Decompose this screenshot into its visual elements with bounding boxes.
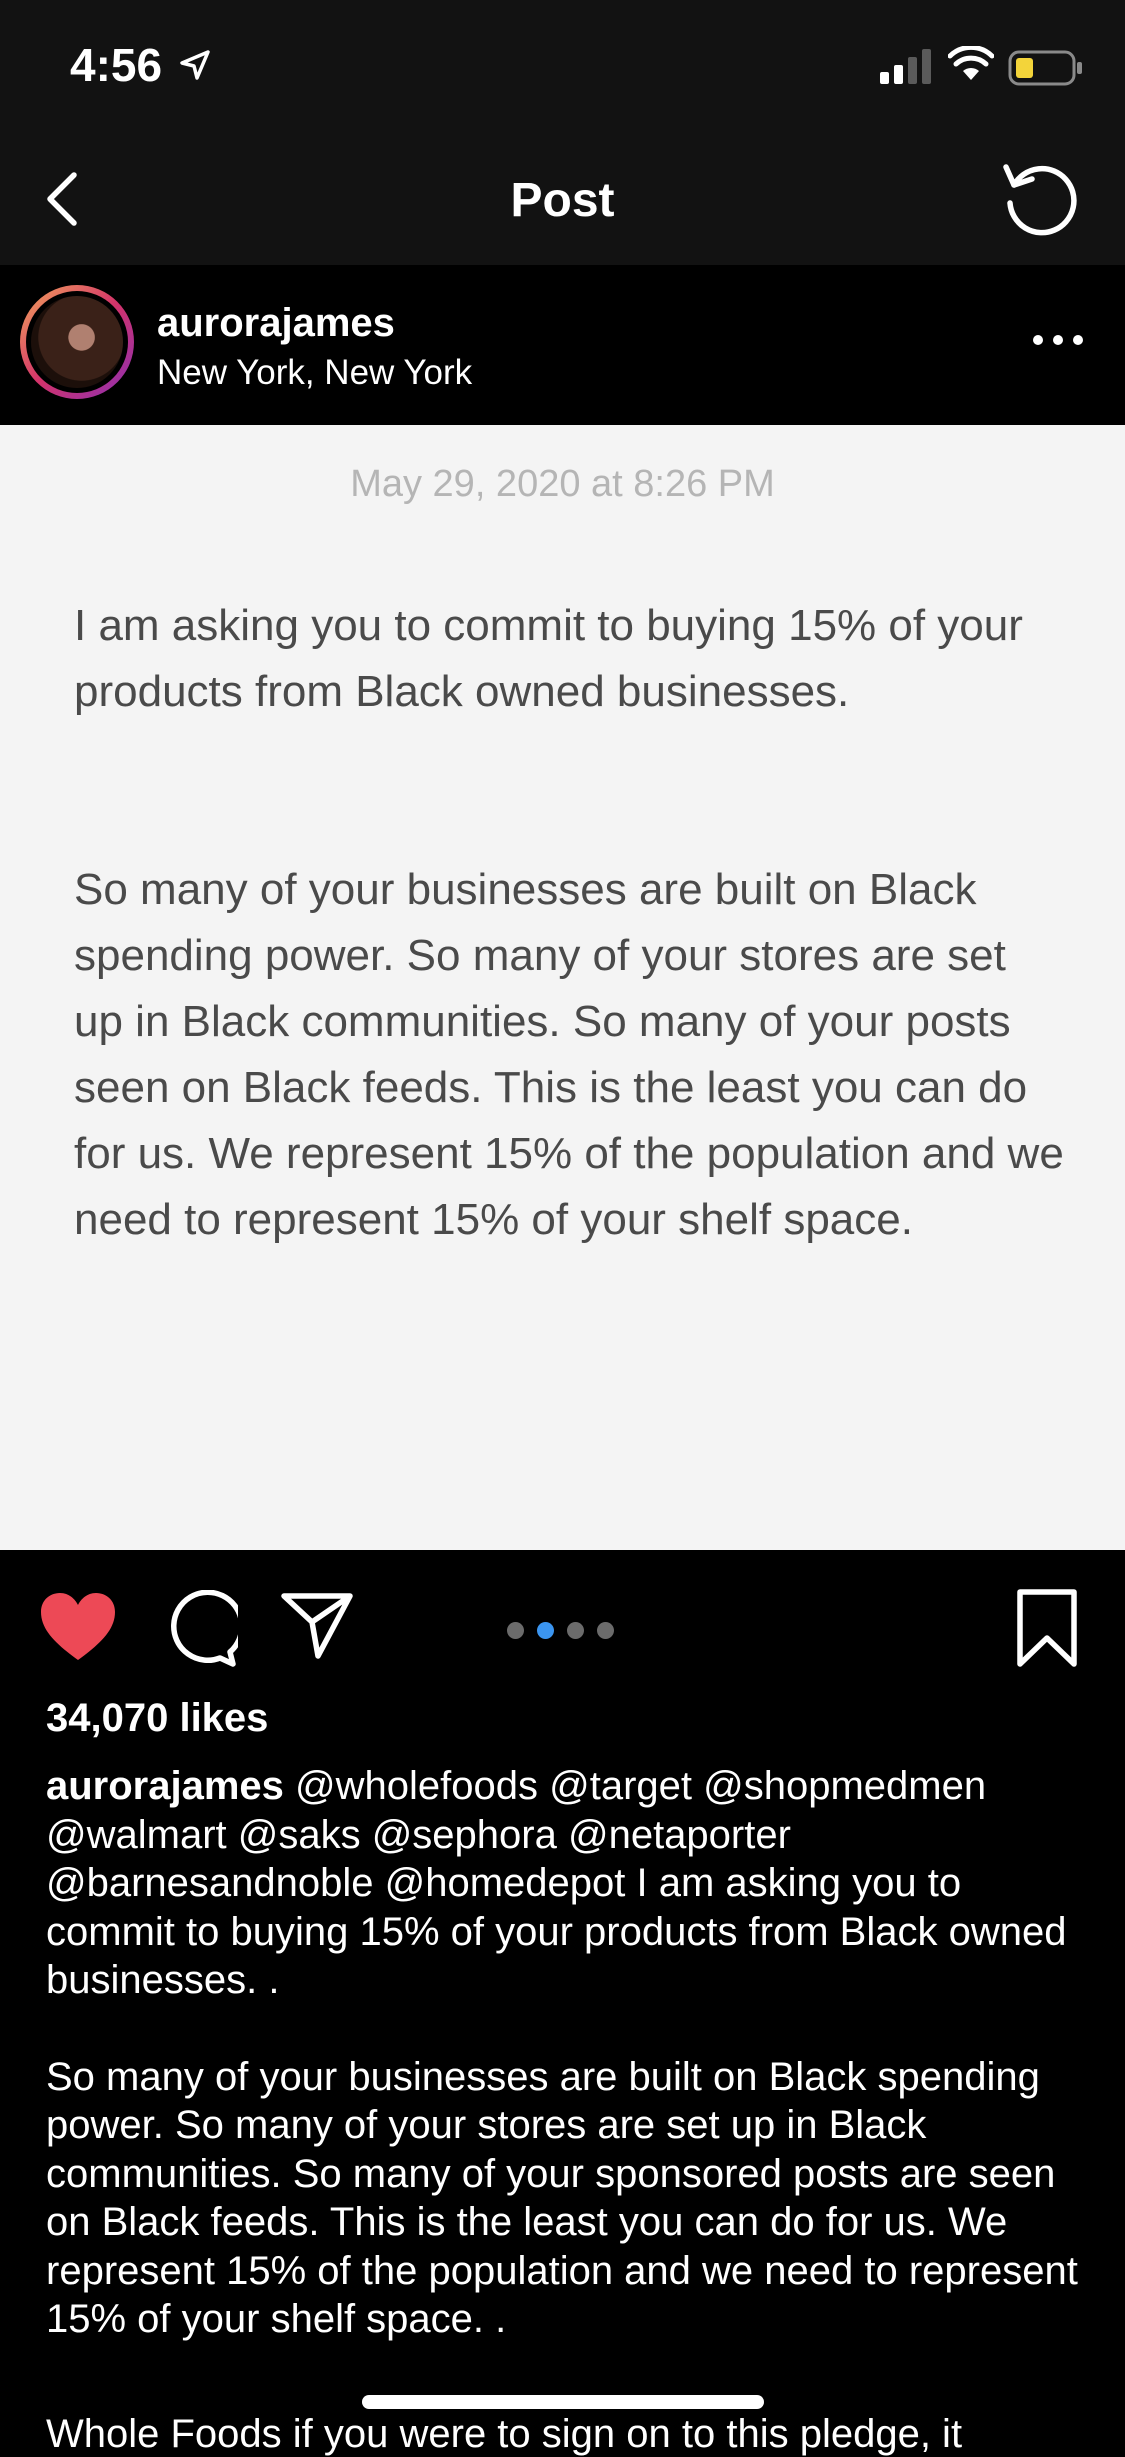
caption-paragraph-1: aurorajames @wholefoods @target @shopmed… xyxy=(46,1762,1086,2005)
action-bar xyxy=(0,1550,1125,1690)
caption-username[interactable]: aurorajames xyxy=(46,1764,284,1808)
wifi-icon xyxy=(948,46,994,80)
caption-paragraph-2: So many of your businesses are built on … xyxy=(46,2054,1078,2342)
caption-paragraph-3: Whole Foods if you were to sign on to th… xyxy=(46,2412,963,2456)
page-title: Post xyxy=(510,174,615,227)
avatar-photo xyxy=(31,296,123,388)
likes-count[interactable]: 34,070 likes xyxy=(46,1696,268,1741)
image-paragraph-1: I am asking you to commit to buying 15% … xyxy=(74,601,1023,716)
carousel-dot xyxy=(507,1622,524,1639)
post-image[interactable]: May 29, 2020 at 8:26 PM I am asking you … xyxy=(0,425,1125,1550)
location-arrow-icon xyxy=(180,50,210,80)
avatar[interactable] xyxy=(20,285,134,399)
post-username[interactable]: aurorajames xyxy=(157,301,395,346)
carousel-dot xyxy=(597,1622,614,1639)
comment-icon[interactable] xyxy=(160,1590,238,1668)
caption-gap xyxy=(46,2005,1086,2053)
home-indicator[interactable] xyxy=(362,2395,764,2409)
post-location[interactable]: New York, New York xyxy=(157,353,472,393)
post-caption: aurorajames @wholefoods @target @shopmed… xyxy=(46,1762,1086,2344)
signal-icon xyxy=(880,49,931,84)
more-options-icon[interactable] xyxy=(1030,325,1086,355)
heart-icon[interactable] xyxy=(38,1590,118,1664)
status-bar: 4:56 xyxy=(0,0,1125,135)
share-icon[interactable] xyxy=(280,1588,354,1662)
post-header: aurorajames New York, New York xyxy=(0,265,1125,425)
carousel-dot-active xyxy=(537,1622,554,1639)
carousel-dot xyxy=(567,1622,584,1639)
navigation-bar: Post xyxy=(0,135,1125,265)
image-paragraph-2: So many of your businesses are built on … xyxy=(74,865,1064,1244)
refresh-icon[interactable] xyxy=(998,155,1082,239)
status-time: 4:56 xyxy=(70,39,163,91)
image-date: May 29, 2020 at 8:26 PM xyxy=(350,463,775,505)
avatar-ring xyxy=(26,291,128,393)
carousel-indicator xyxy=(507,1622,627,1644)
battery-icon xyxy=(1008,50,1082,86)
bookmark-icon[interactable] xyxy=(1016,1588,1078,1668)
